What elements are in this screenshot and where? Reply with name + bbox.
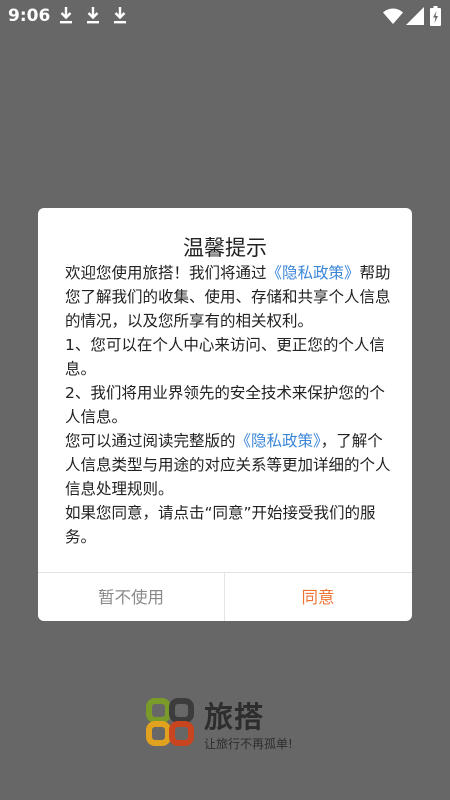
app-logo-icon [144,696,196,748]
dialog-body: 欢迎您使用旅搭！我们将通过《隐私政策》帮助您了解我们的收集、使用、存储和共享个人… [65,261,397,549]
dialog-paragraph: 欢迎您使用旅搭！我们将通过《隐私政策》帮助您了解我们的收集、使用、存储和共享个人… [65,261,397,333]
battery-charging-icon [430,6,441,26]
privacy-dialog: 温馨提示 欢迎您使用旅搭！我们将通过《隐私政策》帮助您了解我们的收集、使用、存储… [38,208,412,621]
privacy-policy-link[interactable]: 《隐私政策》 [267,264,360,282]
dialog-paragraph: 2、我们将用业界领先的安全技术来保护您的个人信息。 [65,384,385,426]
signal-icon [406,7,424,25]
paragraph-text: 您可以通过阅读完整版的 [65,432,236,450]
download-icon [58,5,74,25]
dialog-paragraph: 如果您同意，请点击“同意”开始接受我们的服务。 [65,504,376,546]
brand-name: 旅搭 [204,700,265,734]
agree-button[interactable]: 同意 [225,573,411,621]
dialog-button-bar: 暂不使用 同意 [38,572,412,621]
paragraph-text: 欢迎您使用旅搭！我们将通过 [65,264,267,282]
download-icon [112,5,128,25]
brand-footer: 旅搭 让旅行不再孤单! [144,696,314,758]
privacy-policy-link[interactable]: 《隐私政策》 [236,432,321,450]
dialog-paragraph: 您可以通过阅读完整版的《隐私政策》，了解个人信息类型与用途的对应关系等更加详细的… [65,429,397,501]
wifi-icon [383,7,403,25]
decline-button[interactable]: 暂不使用 [38,573,225,621]
dialog-title: 温馨提示 [183,236,267,260]
brand-slogan: 让旅行不再孤单! [204,737,293,751]
dialog-paragraph: 1、您可以在个人中心来访问、更正您的个人信息。 [65,336,385,378]
download-icon [85,5,101,25]
status-bar: 9:06 [0,0,450,32]
status-time: 9:06 [8,6,51,26]
